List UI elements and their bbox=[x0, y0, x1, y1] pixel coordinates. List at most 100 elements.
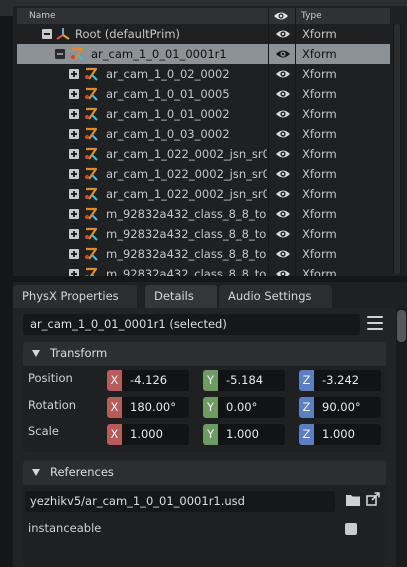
transform-section-header[interactable]: Transform bbox=[23, 342, 386, 366]
column-type-header[interactable]: Type bbox=[301, 11, 322, 21]
expand-plus-icon[interactable] bbox=[69, 89, 79, 99]
expand-plus-icon[interactable] bbox=[69, 169, 79, 179]
tree-row-label: Root (defaultPrim) bbox=[75, 27, 181, 41]
collapse-minus-icon[interactable] bbox=[42, 29, 52, 39]
left-dock-edge bbox=[0, 0, 13, 567]
instanceable-checkbox[interactable] bbox=[345, 523, 357, 535]
tree-row[interactable]: ar_cam_1_0_01_0001r1 Xform bbox=[17, 44, 390, 64]
collapse-triangle-icon[interactable] bbox=[32, 350, 40, 357]
tab-physx-properties-label: PhysX Properties bbox=[22, 289, 119, 303]
expand-plus-icon[interactable] bbox=[69, 69, 79, 79]
tree-row-type: Xform bbox=[302, 47, 337, 61]
tree-row-type: Xform bbox=[302, 147, 337, 161]
position-z-field[interactable]: Z -3.242 bbox=[299, 370, 381, 391]
position-x-field[interactable]: X -4.126 bbox=[107, 370, 189, 391]
tree-row-label: m_92832a432_class_8_8_torx bbox=[106, 247, 267, 261]
visibility-eye-icon[interactable] bbox=[275, 48, 291, 60]
reference-path-field[interactable]: yezhikv5/ar_cam_1_0_01_0001r1.usd bbox=[25, 491, 335, 512]
expand-plus-icon[interactable] bbox=[69, 109, 79, 119]
position-y-field[interactable]: Y -5.184 bbox=[203, 370, 285, 391]
stage-scrollbar[interactable] bbox=[393, 24, 401, 274]
tab-physx-properties[interactable]: PhysX Properties bbox=[13, 285, 137, 308]
scale-y-field[interactable]: Y 1.000 bbox=[203, 424, 285, 445]
position-y-value: -5.184 bbox=[218, 370, 285, 391]
prim-path-field[interactable]: ar_cam_1_0_01_0001r1 (selected) bbox=[23, 314, 360, 335]
axis-z-badge: Z bbox=[299, 397, 314, 418]
references-section: References yezhikv5/ar_cam_1_0_01_0001r1… bbox=[23, 461, 386, 567]
visibility-eye-icon[interactable] bbox=[275, 88, 291, 100]
expand-plus-icon[interactable] bbox=[69, 189, 79, 199]
details-scrollbar-thumb[interactable] bbox=[397, 310, 406, 342]
rotation-x-field[interactable]: X 180.00° bbox=[107, 397, 189, 418]
rotation-label: Rotation bbox=[28, 398, 77, 412]
tree-row[interactable]: m_92832a432_class_8_8_torx Xform bbox=[17, 204, 390, 224]
visibility-eye-icon[interactable] bbox=[275, 188, 291, 200]
shader-icon bbox=[85, 147, 98, 161]
expand-plus-icon[interactable] bbox=[69, 229, 79, 239]
references-section-header[interactable]: References bbox=[23, 461, 386, 485]
rotation-z-field[interactable]: Z 90.00° bbox=[299, 397, 381, 418]
tree-row-label: ar_cam_1_0_01_0005 bbox=[106, 87, 230, 101]
axis-y-badge: Y bbox=[203, 424, 218, 445]
tree-row[interactable]: ar_cam_1_022_0002_jsn_sr04 Xform bbox=[17, 164, 390, 184]
stage-panel: Name Type Root (defaultPrim) Xform ar_cam_… bbox=[13, 0, 407, 278]
scale-x-field[interactable]: X 1.000 bbox=[107, 424, 189, 445]
shader-icon bbox=[71, 47, 84, 61]
tree-row-type: Xform bbox=[302, 107, 337, 121]
rotation-y-field[interactable]: Y 0.00° bbox=[203, 397, 285, 418]
tree-row-type: Xform bbox=[302, 227, 337, 241]
visibility-eye-icon[interactable] bbox=[275, 108, 291, 120]
tab-details[interactable]: Details bbox=[145, 285, 217, 308]
position-x-value: -4.126 bbox=[122, 370, 189, 391]
scale-z-value: 1.000 bbox=[314, 424, 381, 445]
visibility-eye-icon[interactable] bbox=[275, 68, 291, 80]
visibility-eye-icon[interactable] bbox=[275, 248, 291, 260]
tree-row-label: ar_cam_1_022_0002_jsn_sr04 bbox=[106, 167, 267, 181]
expand-plus-icon[interactable] bbox=[69, 129, 79, 139]
visibility-eye-icon[interactable] bbox=[275, 168, 291, 180]
visibility-eye-icon[interactable] bbox=[275, 148, 291, 160]
column-name-header[interactable]: Name bbox=[29, 11, 56, 21]
tree-row[interactable]: ar_cam_1_0_02_0002 Xform bbox=[17, 64, 390, 84]
tree-row[interactable]: ar_cam_1_022_0002_jsn_sr04 Xform bbox=[17, 184, 390, 204]
tree-row[interactable]: ar_cam_1_0_03_0002 Xform bbox=[17, 124, 390, 144]
visibility-header-eye-icon[interactable] bbox=[273, 10, 289, 22]
collapse-minus-icon[interactable] bbox=[55, 49, 65, 59]
tree-row[interactable]: ar_cam_1_0_01_0002 Xform bbox=[17, 104, 390, 124]
expand-plus-icon[interactable] bbox=[69, 209, 79, 219]
expand-plus-icon[interactable] bbox=[69, 249, 79, 259]
scale-z-field[interactable]: Z 1.000 bbox=[299, 424, 381, 445]
tree-row[interactable]: m_92832a432_class_8_8_torx Xform bbox=[17, 224, 390, 244]
visibility-eye-icon[interactable] bbox=[275, 28, 291, 40]
tree-row-type: Xform bbox=[302, 67, 337, 81]
prim-path-text: ar_cam_1_0_01_0001r1 (selected) bbox=[30, 317, 227, 331]
expand-plus-icon[interactable] bbox=[69, 149, 79, 159]
folder-icon[interactable] bbox=[346, 494, 360, 506]
scale-y-value: 1.000 bbox=[218, 424, 285, 445]
tree-row[interactable]: m_92832a432_class_8_8_torx Xform bbox=[17, 244, 390, 264]
visibility-eye-icon[interactable] bbox=[275, 128, 291, 140]
shader-icon bbox=[85, 107, 98, 121]
collapse-triangle-icon[interactable] bbox=[32, 469, 40, 476]
tree-row-type: Xform bbox=[302, 207, 337, 221]
scale-x-value: 1.000 bbox=[122, 424, 189, 445]
tab-audio-settings[interactable]: Audio Settings bbox=[219, 285, 332, 308]
stage-scrollbar-thumb[interactable] bbox=[394, 24, 400, 274]
tree-row-label: m_92832a432_class_8_8_torx bbox=[106, 207, 267, 221]
visibility-eye-icon[interactable] bbox=[275, 208, 291, 220]
tree-row[interactable]: ar_cam_1_0_01_0005 Xform bbox=[17, 84, 390, 104]
tree-row-label: ar_cam_1_0_01_0002 bbox=[106, 107, 230, 121]
axis-y-badge: Y bbox=[203, 397, 218, 418]
property-tabs: PhysX Properties Details Audio Settings bbox=[13, 282, 407, 308]
position-label: Position bbox=[28, 371, 73, 385]
hamburger-menu-icon[interactable] bbox=[367, 316, 383, 330]
xform-icon bbox=[56, 28, 70, 40]
open-external-icon[interactable] bbox=[366, 492, 380, 506]
tree-row-type: Xform bbox=[302, 167, 337, 181]
details-scrollbar[interactable] bbox=[396, 308, 407, 567]
tab-audio-settings-label: Audio Settings bbox=[228, 289, 312, 303]
tree-row[interactable]: ar_cam_1_022_0002_jsn_sr04 Xform bbox=[17, 144, 390, 164]
shader-icon bbox=[85, 187, 98, 201]
tree-row[interactable]: Root (defaultPrim) Xform bbox=[17, 24, 390, 44]
visibility-eye-icon[interactable] bbox=[275, 228, 291, 240]
